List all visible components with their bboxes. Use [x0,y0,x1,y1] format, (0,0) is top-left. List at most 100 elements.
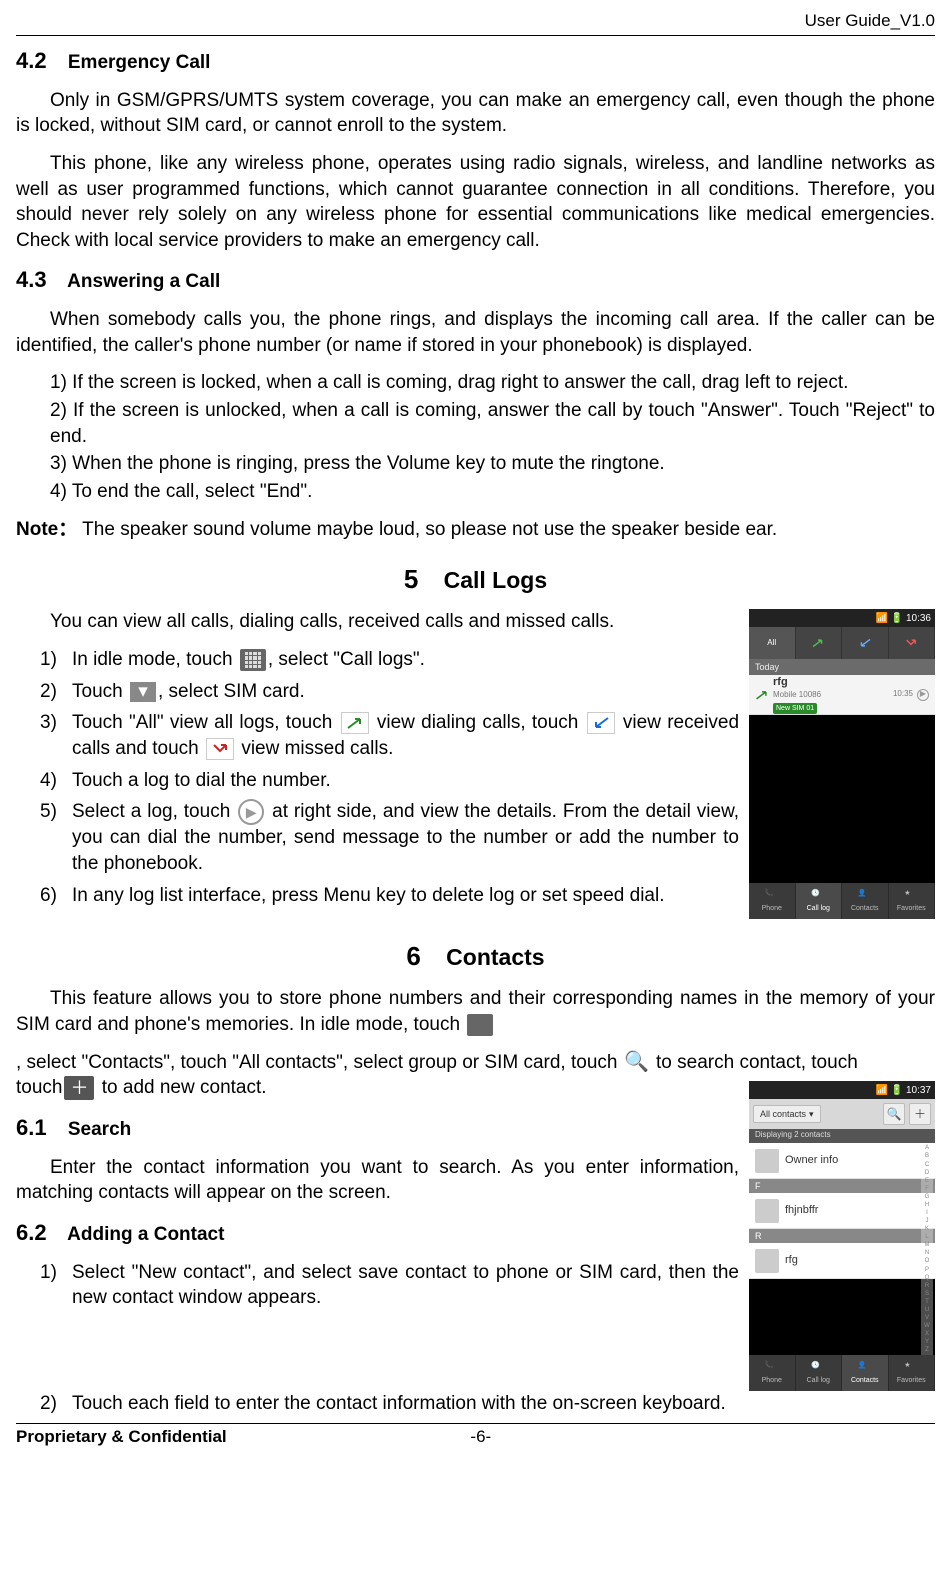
para-6-1: Enter the contact information you want t… [16,1155,739,1206]
star-icon: ★ [904,1361,918,1375]
avatar-icon [755,1249,779,1273]
idx: A [921,1145,933,1151]
call-log-tabs: All [749,627,935,659]
heading-num: 4.3 [16,267,47,292]
btab-favorites[interactable]: ★Favorites [889,1355,936,1391]
section-6-layout: touch＋ to add new contact. 6.1 Search En… [16,1075,935,1391]
contact-row[interactable]: fhjnbffr [749,1193,935,1229]
all-contacts-dropdown[interactable]: All contacts ▾ [753,1105,821,1123]
search-button[interactable]: 🔍 [883,1103,905,1125]
signal-icon: 📶 [876,1084,888,1098]
btab-favorites[interactable]: ★Favorites [889,883,936,919]
phone-icon: 📞 [765,889,779,903]
para-6-intro-cont: touch＋ to add new contact. [16,1075,739,1101]
heading-title: Emergency Call [68,52,211,73]
marker: 3) [40,710,72,761]
screenshot-contacts: 📶 🔋 10:37 All contacts ▾ 🔍 ＋ Displaying … [749,1081,935,1391]
list-5: 1) In idle mode, touch , select "Call lo… [16,647,739,908]
log-time: 10:35 [893,689,913,700]
list-item: 4) Touch a log to dial the number. [40,768,739,794]
tab-outgoing[interactable] [796,627,843,659]
heading-num: 4.2 [16,48,47,73]
list-item: 1) In idle mode, touch , select "Call lo… [40,647,739,673]
idx: C [921,1162,933,1168]
add-button[interactable]: ＋ [909,1103,931,1125]
idx: Y [921,1339,933,1345]
tab-incoming[interactable] [842,627,889,659]
heading-6-2: 6.2 Adding a Contact [16,1218,739,1248]
idx: O [921,1258,933,1264]
list-item: 1) Select "New contact", and select save… [40,1260,739,1311]
note-text: The speaker sound volume maybe loud, so … [82,519,777,540]
screenshot-call-log: 📶 🔋 10:36 All Today rfg Mobile 10086 New… [749,609,935,919]
btab-contacts[interactable]: 👤Contacts [842,1355,889,1391]
search-icon: 🔍 [887,1106,902,1122]
text: view missed calls. [241,738,393,759]
para-4-2-2: This phone, like any wireless phone, ope… [16,151,935,254]
heading-num: 6.2 [16,1220,47,1245]
idx: R [921,1283,933,1289]
today-separator: Today [749,659,935,675]
idx: M [921,1242,933,1248]
sim-badge: New SIM 01 [773,703,817,714]
idx: J [921,1218,933,1224]
idx: I [921,1210,933,1216]
btab-calllog[interactable]: 🕓Call log [796,883,843,919]
header-rule [16,35,935,36]
idx: V [921,1315,933,1321]
footer: Proprietary & Confidential -6- [16,1423,935,1449]
heading-title: Search [68,1119,131,1140]
battery-icon: 🔋 [891,612,903,626]
tab-missed[interactable] [889,627,936,659]
calllog-icon: 🕓 [811,1361,825,1375]
label: All contacts [760,1108,806,1120]
displaying-bar: Displaying 2 contacts [749,1129,935,1143]
search-icon: 🔍 [625,1051,649,1075]
text: Touch a log to dial the number. [72,768,739,794]
btab-contacts[interactable]: 👤Contacts [842,883,889,919]
detail-circle-icon: ▶ [238,799,264,825]
text: Touch each field to enter the contact in… [72,1391,935,1417]
contacts-toolbar: All contacts ▾ 🔍 ＋ [749,1099,935,1129]
marker: 6) [40,883,72,909]
avatar-icon [755,1149,779,1173]
label: Favorites [897,1376,926,1385]
btab-phone[interactable]: 📞Phone [749,883,796,919]
tab-all[interactable]: All [749,627,796,659]
heading-num: 6.1 [16,1115,47,1140]
chapter-num: 6 [406,941,420,971]
idx: U [921,1307,933,1313]
heading-title: Answering a Call [67,271,220,292]
heading-4-2: 4.2 Emergency Call [16,46,935,76]
btab-calllog[interactable]: 🕓Call log [796,1355,843,1391]
list-item: 2) If the screen is unlocked, when a cal… [50,398,935,449]
contact-row[interactable]: Owner info [749,1143,935,1179]
alphabet-index[interactable]: A B C D E F G H I J K L M N O P Q R S T [921,1143,933,1355]
marker: 2) [40,1391,72,1417]
label: Call log [807,1376,830,1385]
incoming-call-icon [587,712,615,734]
page-number: -6- [470,1426,491,1449]
contact-row[interactable]: rfg [749,1243,935,1279]
text: , select "Contacts", touch "All contacts… [16,1052,617,1073]
list-item: 2) Touch each field to enter the contact… [40,1391,935,1417]
para-4-3-intro: When somebody calls you, the phone rings… [16,307,935,358]
idx: F [921,1186,933,1192]
chapter-5-title: 5 Call Logs [16,562,935,597]
app-grid-icon [240,649,266,671]
text: In any log list interface, press Menu ke… [72,883,739,909]
marker: 2) [40,679,72,705]
list-item: 5) Select a log, touch ▶ at right side, … [40,799,739,876]
idx: Q [921,1275,933,1281]
idx: S [921,1291,933,1297]
text: view dialing calls, touch [377,712,585,733]
idx: B [921,1153,933,1159]
clock: 10:37 [906,1084,931,1098]
detail-icon[interactable]: ▶ [917,689,929,701]
list-item: 3) When the phone is ringing, press the … [50,451,935,477]
outgoing-call-icon [755,688,769,702]
btab-phone[interactable]: 📞Phone [749,1355,796,1391]
call-log-row[interactable]: rfg Mobile 10086 New SIM 01 10:35 ▶ [749,675,935,715]
missed-call-icon [206,738,234,760]
doc-version: User Guide_V1.0 [16,10,935,35]
